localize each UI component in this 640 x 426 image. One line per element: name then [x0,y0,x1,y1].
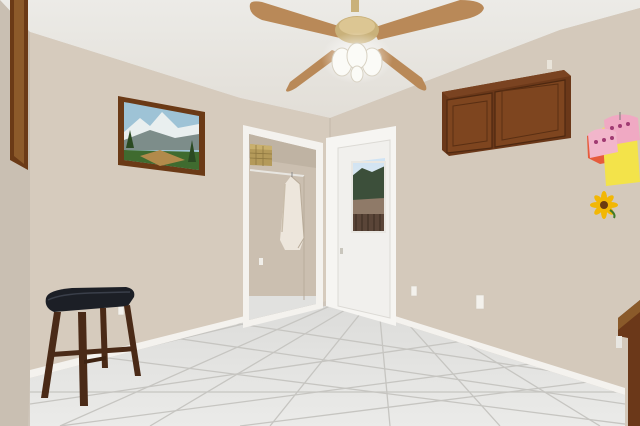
door-window-view [352,166,385,232]
back-wall-outlet-icon [117,305,125,316]
room-photo [0,0,640,426]
wall-outlet-icon [410,285,418,297]
closet-outlet-icon [259,258,263,265]
door-knob-icon [340,248,343,254]
cabinet-door-right [494,79,566,148]
storage-basket [249,144,273,166]
wall-outlet-icon [475,294,485,310]
exterior-door [326,126,396,326]
side-frame [10,0,28,170]
